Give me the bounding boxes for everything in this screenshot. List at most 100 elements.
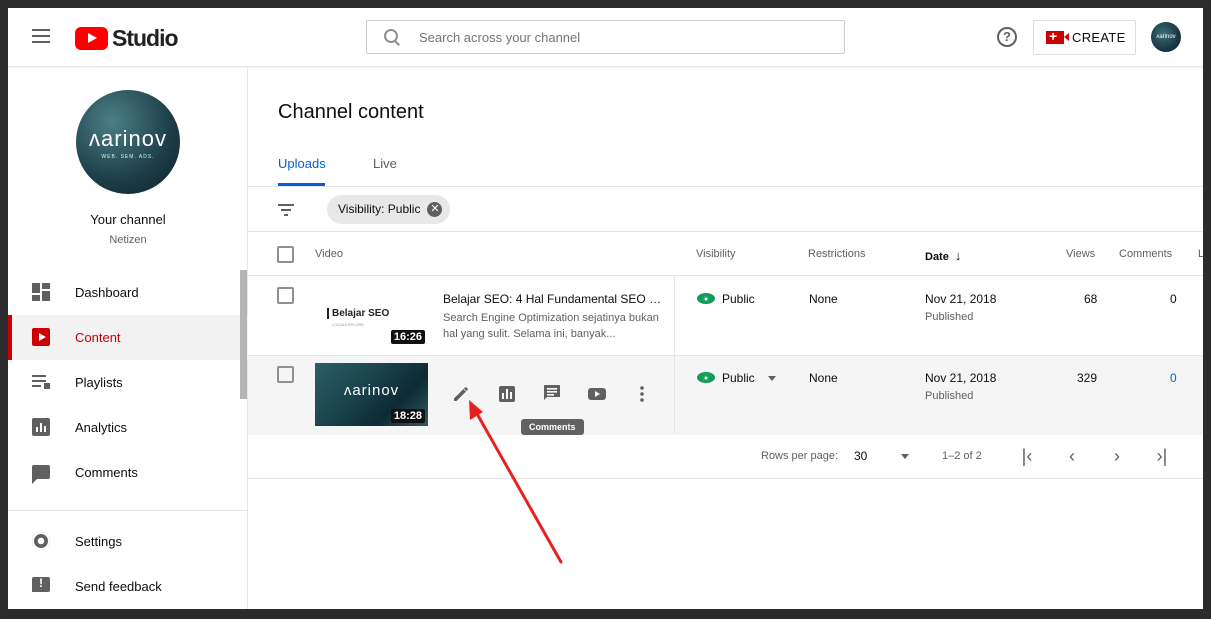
help-icon[interactable]: ? — [997, 27, 1017, 47]
search-input[interactable] — [419, 29, 819, 45]
column-divider — [674, 276, 675, 434]
avatar-tagline: WEB. SEM. ADS. — [101, 154, 155, 160]
tab-uploads[interactable]: Uploads — [278, 156, 326, 171]
table-row[interactable]: Belajar SEO LOCALEXPLORE 16:26 Belajar S… — [248, 276, 1203, 355]
sidebar-item-label: Settings — [75, 534, 122, 549]
studio-window: Studio ? CREATE ʌarinov ʌarinov WEB. SEM… — [8, 8, 1203, 609]
channel-name: Netizen — [109, 234, 147, 246]
restrictions-value: None — [809, 292, 838, 306]
first-page-icon[interactable]: |‹ — [1017, 446, 1037, 466]
youtube-view-icon[interactable] — [587, 384, 607, 404]
video-thumbnail[interactable]: ʌarinov 18:28 — [315, 363, 428, 426]
col-views[interactable]: Views — [1066, 248, 1095, 260]
filter-divider — [248, 231, 1203, 232]
analytics-icon[interactable] — [497, 384, 517, 404]
sidebar-item-analytics[interactable]: Analytics — [8, 405, 248, 450]
sidebar-item-label: Dashboard — [75, 285, 139, 300]
col-restrictions[interactable]: Restrictions — [808, 248, 865, 260]
feedback-icon — [32, 576, 50, 592]
sidebar-item-dashboard[interactable]: Dashboard — [8, 270, 248, 315]
views-value: 68 — [1084, 292, 1098, 306]
studio-logo[interactable]: Studio — [75, 25, 179, 52]
create-button[interactable]: CREATE — [1033, 20, 1136, 55]
date-value: Nov 21, 2018 — [925, 292, 997, 306]
sidebar: ʌarinov WEB. SEM. ADS. Your channel Neti… — [8, 68, 248, 609]
row-checkbox[interactable] — [277, 287, 294, 304]
last-page-icon[interactable]: ›| — [1152, 446, 1172, 466]
sidebar-divider — [8, 510, 248, 511]
sidebar-item-label: Comments — [75, 465, 138, 480]
visibility-value[interactable]: Public — [722, 292, 755, 306]
comments-tooltip: Comments — [521, 419, 584, 435]
rows-per-page-dropdown-icon[interactable] — [901, 454, 909, 459]
sidebar-item-playlists[interactable]: Playlists — [8, 360, 248, 405]
previous-page-icon[interactable]: ‹ — [1062, 446, 1082, 466]
sidebar-item-label: Content — [75, 330, 121, 345]
comments-value: 0 — [1170, 292, 1177, 306]
content-icon — [32, 328, 50, 346]
col-likes[interactable]: L — [1198, 248, 1203, 260]
comments-icon — [32, 465, 50, 484]
chip-label: Visibility: Public — [338, 202, 421, 216]
edit-pencil-icon[interactable] — [451, 384, 471, 404]
row-checkbox[interactable] — [277, 366, 294, 383]
visibility-filter-chip[interactable]: Visibility: Public ✕ — [327, 195, 451, 224]
date-value: Nov 21, 2018 — [925, 371, 997, 385]
comments-icon[interactable] — [542, 383, 562, 403]
footer-divider — [248, 478, 1203, 479]
sidebar-item-label: Send feedback — [75, 579, 162, 594]
filter-icon[interactable] — [278, 204, 294, 216]
thumbnail-brand: ʌarinov — [343, 382, 400, 399]
playlists-icon — [32, 373, 50, 391]
col-video: Video — [315, 248, 343, 260]
video-thumbnail[interactable]: Belajar SEO LOCALEXPLORE 16:26 — [315, 284, 428, 347]
main-content: Channel content Uploads Live Visibility:… — [248, 68, 1203, 609]
date-status: Published — [925, 390, 974, 402]
channel-avatar[interactable]: ʌarinov WEB. SEM. ADS. — [76, 90, 180, 194]
public-eye-icon — [697, 372, 715, 383]
sidebar-scrollbar[interactable] — [240, 270, 247, 399]
public-eye-icon — [697, 293, 715, 304]
dashboard-icon — [32, 283, 50, 301]
search-box[interactable] — [366, 20, 845, 54]
col-visibility[interactable]: Visibility — [696, 248, 736, 260]
thumbnail-subtitle: LOCALEXPLORE — [332, 322, 365, 327]
account-avatar[interactable]: ʌarinov — [1151, 22, 1181, 52]
more-options-icon[interactable] — [632, 384, 652, 404]
tab-live[interactable]: Live — [373, 156, 397, 171]
video-description: Search Engine Optimization sejatinya buk… — [443, 312, 659, 340]
video-duration: 16:26 — [390, 330, 425, 344]
rows-per-page-select[interactable]: 30 — [854, 449, 867, 463]
avatar-brand: ʌarinov — [89, 126, 167, 151]
col-date[interactable]: Date ↓ — [925, 248, 961, 263]
thumbnail-title: Belajar SEO — [327, 308, 389, 319]
restrictions-value: None — [809, 371, 838, 385]
comments-value[interactable]: 0 — [1170, 371, 1177, 385]
menu-icon[interactable] — [32, 29, 50, 43]
visibility-dropdown-icon[interactable] — [768, 376, 776, 381]
pagination-range: 1–2 of 2 — [942, 450, 982, 462]
tab-divider — [248, 186, 1203, 187]
sidebar-item-comments[interactable]: Comments — [8, 450, 248, 495]
sidebar-item-send-feedback[interactable]: Send feedback — [8, 564, 248, 609]
sort-down-icon: ↓ — [954, 248, 962, 263]
search-icon — [384, 29, 400, 45]
table-row[interactable]: ʌarinov 18:28 Public None Nov 21, 2018 P… — [248, 356, 1203, 435]
video-duration: 18:28 — [390, 409, 425, 423]
your-channel-label: Your channel — [90, 212, 166, 227]
sidebar-item-content[interactable]: Content — [8, 315, 248, 360]
visibility-value[interactable]: Public — [722, 371, 755, 385]
select-all-checkbox[interactable] — [277, 246, 294, 263]
settings-icon — [30, 530, 52, 552]
create-video-icon — [1046, 28, 1069, 44]
sidebar-item-label: Playlists — [75, 375, 123, 390]
next-page-icon[interactable]: › — [1107, 446, 1127, 466]
col-comments[interactable]: Comments — [1119, 248, 1172, 260]
logo-text: Studio — [112, 25, 179, 51]
remove-filter-icon[interactable]: ✕ — [427, 202, 443, 217]
video-title[interactable]: Belajar SEO: 4 Hal Fundamental SEO untuk… — [443, 292, 663, 306]
col-date-label: Date — [925, 251, 949, 263]
top-bar: Studio ? CREATE ʌarinov — [8, 8, 1203, 67]
views-value: 329 — [1077, 371, 1098, 385]
sidebar-item-settings[interactable]: Settings — [8, 519, 248, 564]
